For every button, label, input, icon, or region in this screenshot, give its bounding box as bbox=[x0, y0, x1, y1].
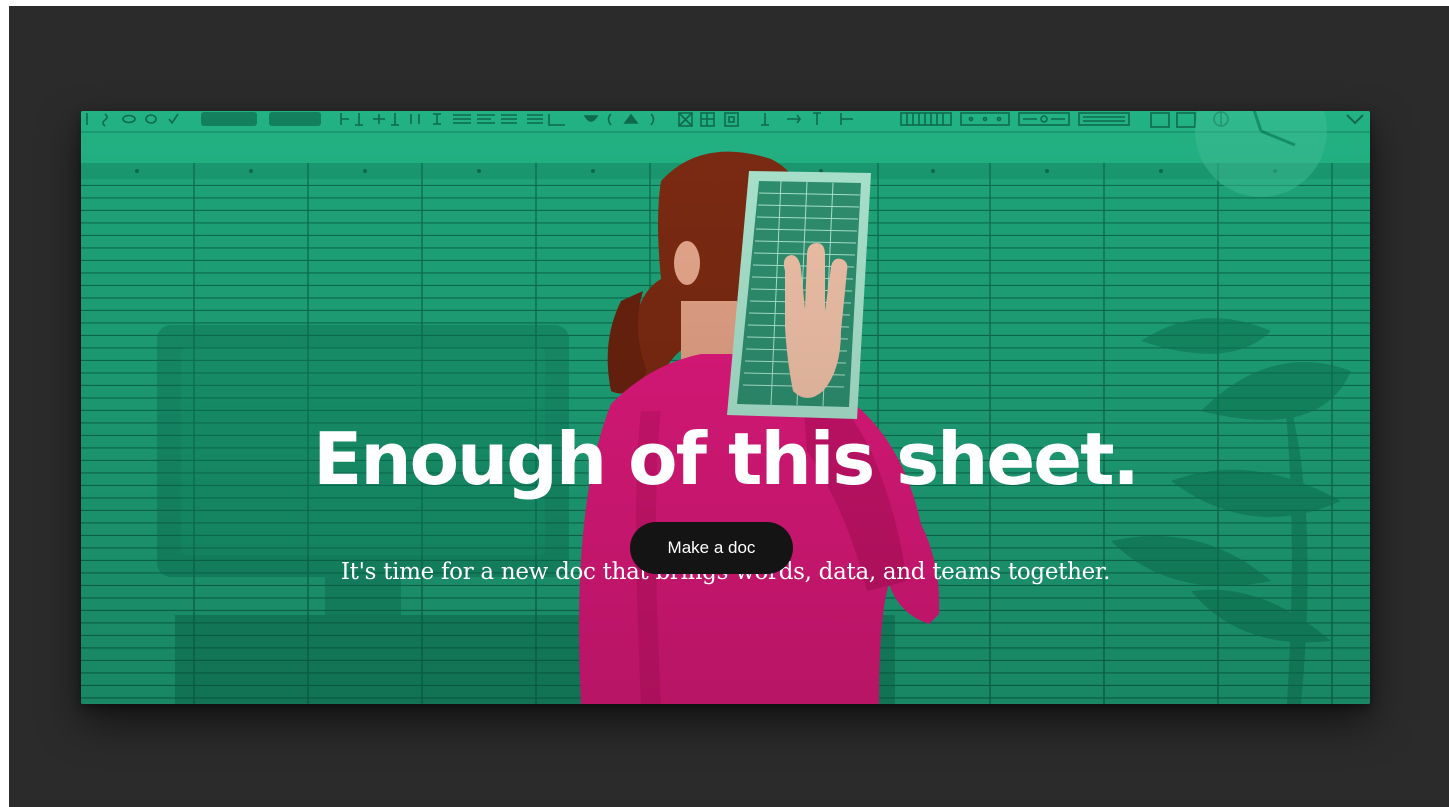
page: Enough of this sheet. It's time for a ne… bbox=[0, 0, 1449, 807]
hero-illustration bbox=[81, 111, 1370, 704]
make-a-doc-button[interactable]: Make a doc bbox=[630, 522, 793, 574]
hero-headline: Enough of this sheet. bbox=[313, 417, 1140, 501]
hero-banner: Enough of this sheet. It's time for a ne… bbox=[81, 111, 1370, 704]
